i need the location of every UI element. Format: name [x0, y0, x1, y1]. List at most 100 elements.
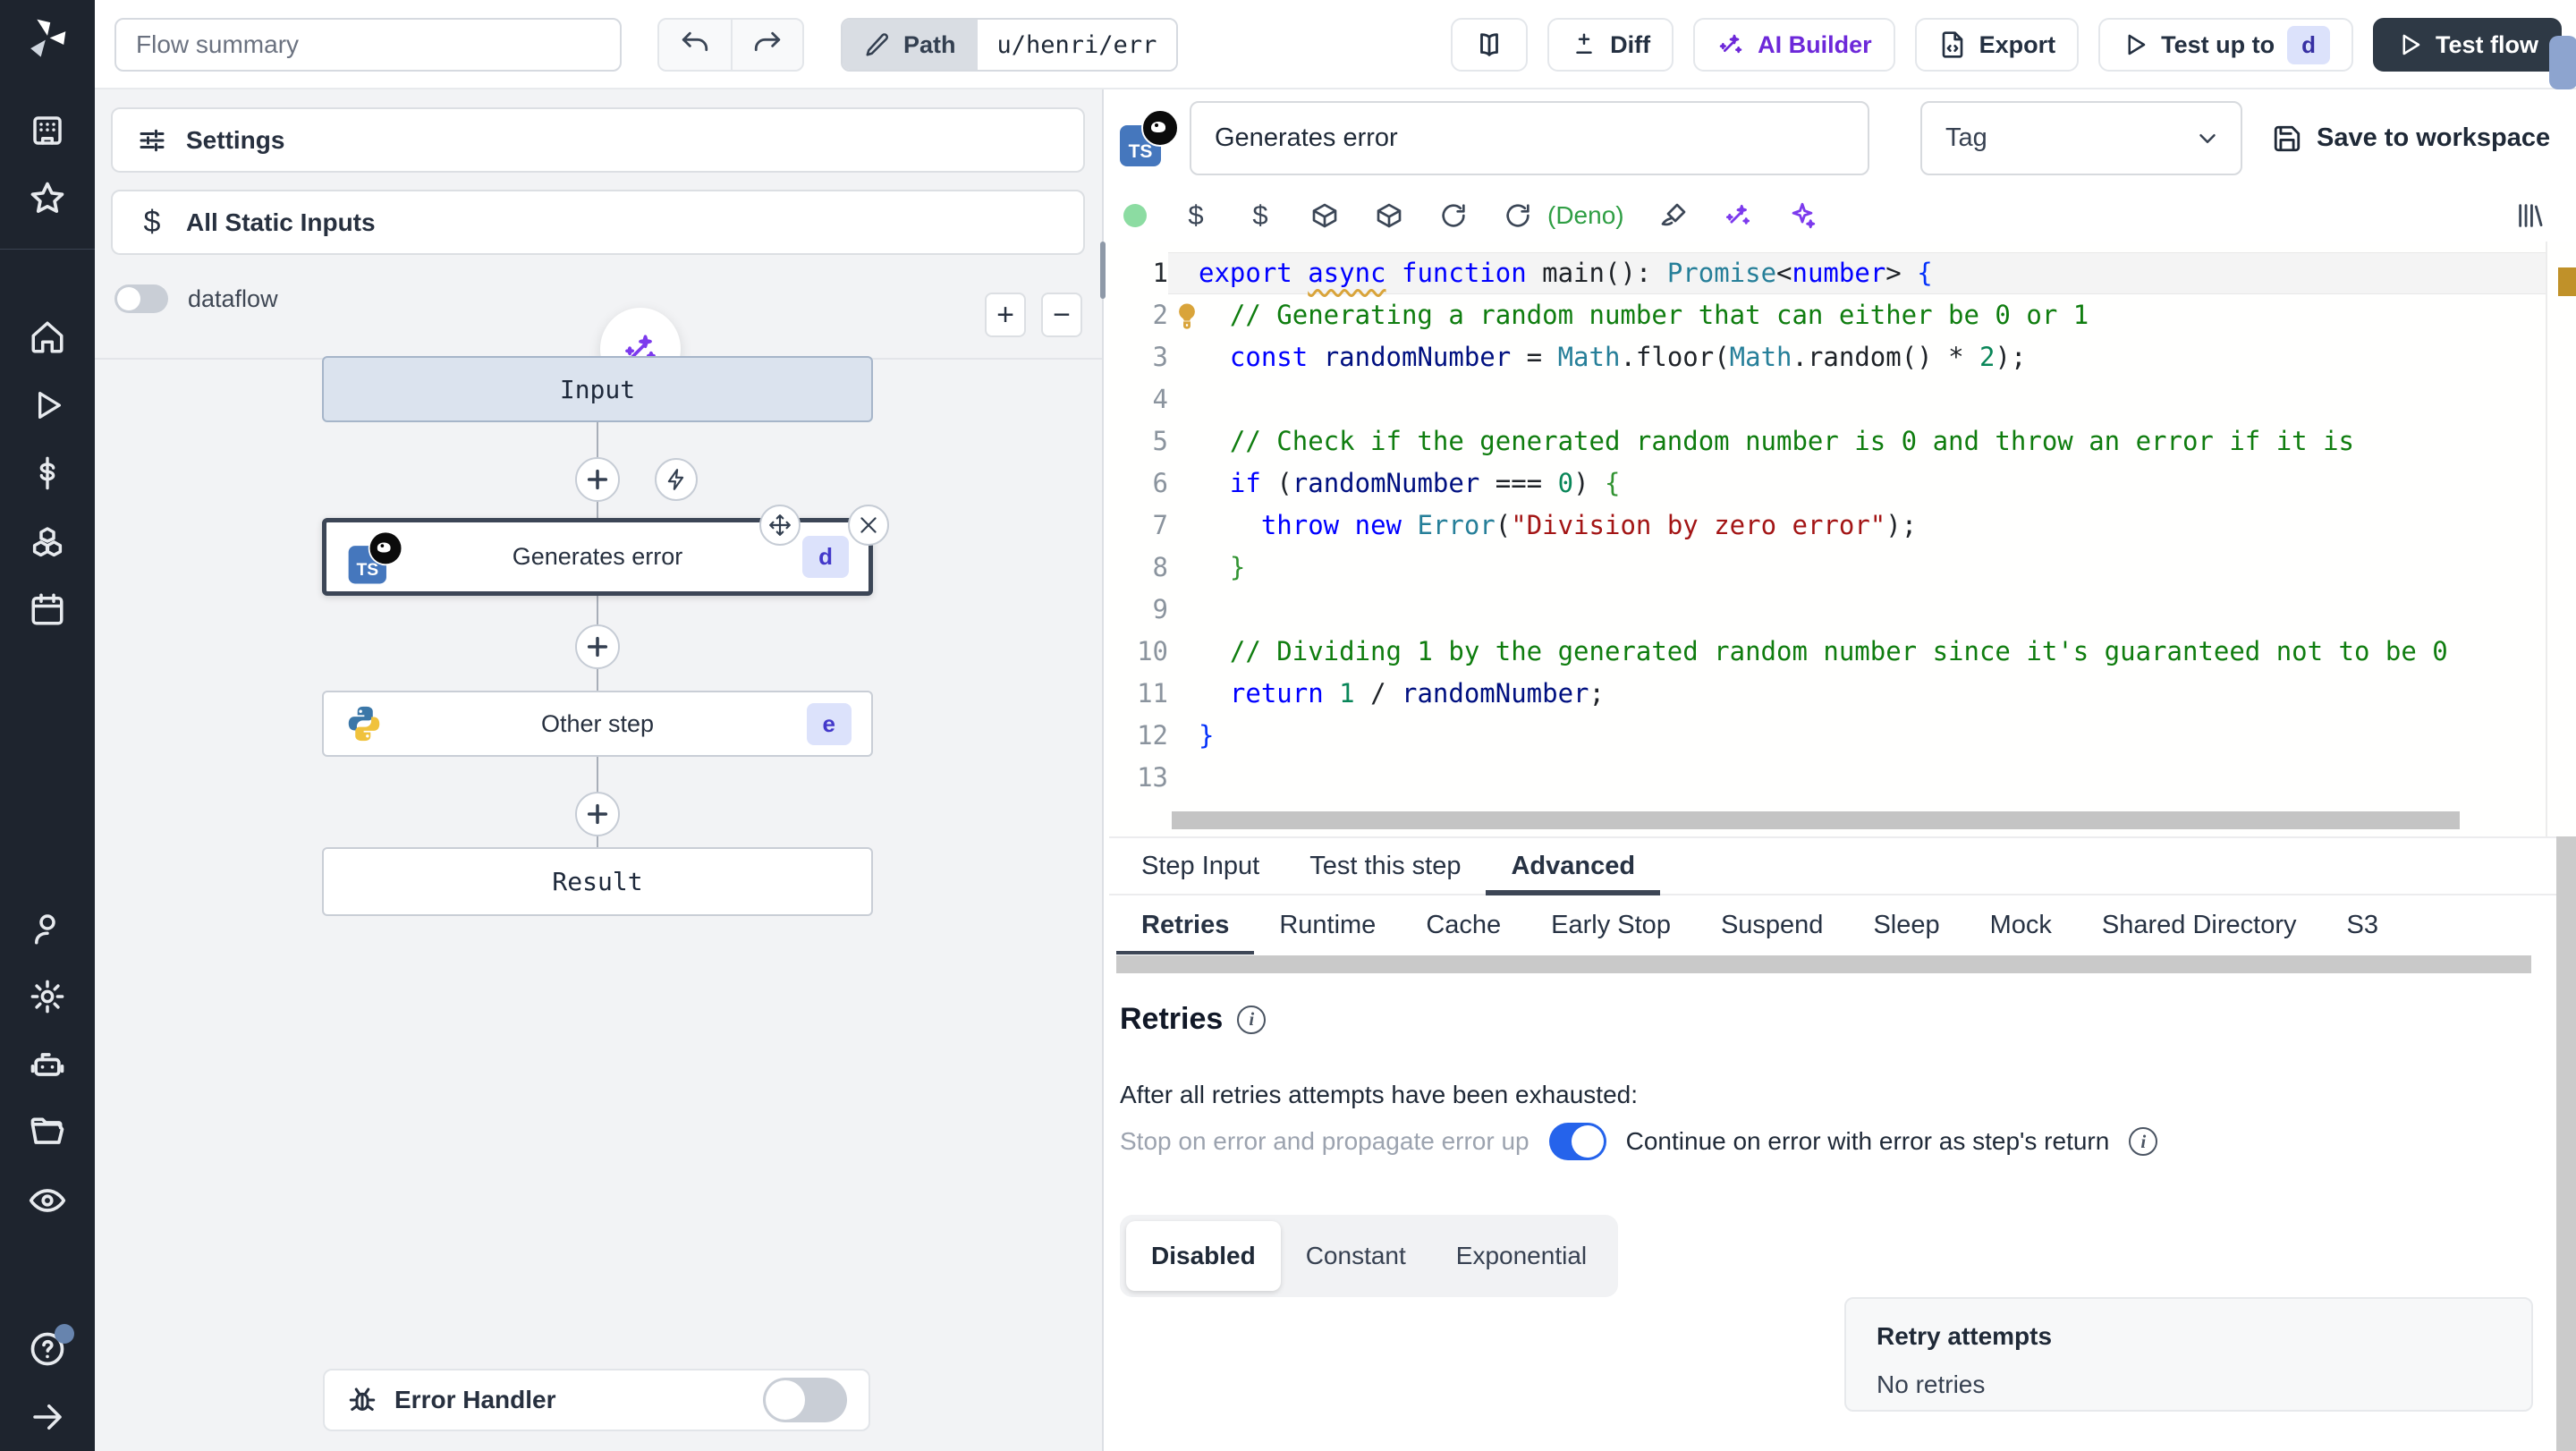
- ai-builder-button[interactable]: AI Builder: [1693, 18, 1895, 72]
- flow-input-node[interactable]: Input: [322, 356, 873, 422]
- step-node-title: Generates error: [512, 543, 683, 570]
- warning-marker: [2558, 267, 2576, 296]
- flow-summary-input[interactable]: [114, 18, 622, 72]
- lsp-status-dot: [1123, 204, 1147, 227]
- export-label: Export: [1979, 30, 2056, 58]
- settings-gear-icon[interactable]: [26, 975, 69, 1018]
- variables-icon[interactable]: [26, 452, 69, 495]
- subtab-shared-directory[interactable]: Shared Directory: [2077, 895, 2322, 955]
- user-icon[interactable]: [26, 907, 69, 950]
- test-up-to-button[interactable]: Test up to d: [2098, 18, 2353, 72]
- flow-settings-button[interactable]: Settings: [111, 107, 1085, 173]
- subtab-early-stop[interactable]: Early Stop: [1526, 895, 1696, 955]
- retry-mode-exponential[interactable]: Exponential: [1431, 1221, 1612, 1291]
- test-flow-button[interactable]: Test flow: [2372, 18, 2562, 72]
- retry-mode-constant[interactable]: Constant: [1281, 1221, 1431, 1291]
- insert-step-button[interactable]: [575, 792, 620, 836]
- resources-icon[interactable]: [26, 520, 69, 563]
- retry-mode-disabled[interactable]: Disabled: [1126, 1221, 1281, 1291]
- folders-icon[interactable]: [26, 1111, 69, 1154]
- docs-book-button[interactable]: [1451, 18, 1529, 72]
- dollar-icon: $: [143, 205, 161, 239]
- assets-dollar-icon[interactable]: $: [1181, 199, 1211, 231]
- step-id-badge: e: [806, 702, 852, 745]
- flow-graph-panel: Settings $ All Static Inputs dataflow + …: [95, 89, 1106, 1451]
- subtab-sleep[interactable]: Sleep: [1848, 895, 1964, 955]
- home-icon[interactable]: [26, 316, 69, 359]
- tab-test-this-step[interactable]: Test this step: [1284, 838, 1486, 894]
- variables-dollar-icon[interactable]: $: [1245, 199, 1275, 231]
- library-panel-icon[interactable]: [2515, 200, 2546, 231]
- info-icon[interactable]: i: [1237, 1005, 1267, 1034]
- help-icon[interactable]: [26, 1324, 74, 1370]
- dataflow-toggle[interactable]: [114, 284, 168, 313]
- workspace-icon[interactable]: [26, 109, 69, 152]
- favorites-star-icon[interactable]: [26, 177, 69, 220]
- zoom-out-button[interactable]: −: [1041, 293, 1082, 337]
- editor-overview-ruler: [2546, 242, 2547, 836]
- subtabs-scrollbar[interactable]: [1109, 955, 2576, 974]
- tag-select[interactable]: Tag: [1920, 101, 2242, 175]
- editor-gutter[interactable]: 1 2 3 4 5 6 7 8 9 10 11 12 13: [1109, 252, 1168, 799]
- subtab-suspend[interactable]: Suspend: [1696, 895, 1849, 955]
- export-button[interactable]: Export: [1914, 18, 2080, 72]
- ai-wand-icon[interactable]: [1723, 200, 1753, 231]
- tab-advanced[interactable]: Advanced: [1486, 838, 1660, 895]
- subtab-cache[interactable]: Cache: [1401, 895, 1526, 955]
- panel-resize-handle[interactable]: [1100, 242, 1106, 299]
- editor-code[interactable]: export async function main(): Promise<nu…: [1168, 252, 2546, 799]
- info-icon[interactable]: i: [2129, 1127, 2158, 1156]
- reload-icon[interactable]: [1438, 200, 1469, 231]
- retry-attempts-card: Retry attempts No retries: [1844, 1297, 2533, 1412]
- insert-step-button[interactable]: [575, 457, 620, 502]
- quickfix-lightbulb-icon[interactable]: [1172, 301, 1202, 331]
- error-handler-toggle[interactable]: [763, 1378, 847, 1422]
- expand-sidebar-arrow-icon[interactable]: [26, 1396, 69, 1438]
- step-title-input[interactable]: [1190, 101, 1869, 175]
- move-step-button[interactable]: [759, 505, 801, 546]
- diff-button[interactable]: Diff: [1547, 18, 1674, 72]
- path-value[interactable]: u/henri/err: [977, 20, 1177, 70]
- path-control: Path u/henri/err: [841, 18, 1179, 72]
- subtab-retries[interactable]: Retries: [1116, 895, 1255, 956]
- panel-vertical-scrollbar[interactable]: [2556, 836, 2576, 1451]
- package-icon[interactable]: [1374, 200, 1404, 231]
- step-editor-panel: TS Tag Save to workspace $ $: [1109, 89, 2576, 1451]
- save-to-workspace-button[interactable]: Save to workspace: [2272, 101, 2550, 175]
- edit-path-button[interactable]: Path: [843, 20, 978, 70]
- continue-on-error-toggle[interactable]: [1548, 1123, 1606, 1160]
- main-area: Path u/henri/err Diff AI Builder: [95, 0, 2576, 1451]
- editor-toolbar: $ $ (Deno): [1109, 190, 2576, 242]
- delete-step-button[interactable]: [848, 505, 889, 546]
- package-icon[interactable]: [1309, 200, 1340, 231]
- runs-icon[interactable]: [26, 384, 69, 427]
- sidebar-divider: [0, 249, 95, 250]
- editor-horizontal-scrollbar[interactable]: [1172, 811, 2513, 829]
- undo-button[interactable]: [659, 20, 731, 70]
- redo-button[interactable]: [731, 20, 802, 70]
- sparkles-icon[interactable]: [1787, 200, 1818, 231]
- error-handler-label: Error Handler: [394, 1386, 556, 1413]
- wand-icon: [1716, 30, 1745, 59]
- sliders-icon: [136, 124, 168, 157]
- tab-step-input[interactable]: Step Input: [1116, 838, 1284, 894]
- subtab-s3[interactable]: S3: [2322, 895, 2403, 955]
- workers-robot-icon[interactable]: [26, 1043, 69, 1086]
- format-brush-icon[interactable]: [1658, 200, 1689, 231]
- subtab-mock[interactable]: Mock: [1965, 895, 2077, 955]
- trigger-bolt-button[interactable]: [655, 458, 698, 501]
- runtime-label[interactable]: (Deno): [1547, 201, 1624, 230]
- insert-step-button[interactable]: [575, 624, 620, 669]
- step-node-other-step[interactable]: Other step e: [322, 691, 873, 757]
- app-sidebar: [0, 0, 95, 1451]
- windmill-logo-icon[interactable]: [24, 14, 71, 61]
- schedules-icon[interactable]: [26, 588, 69, 631]
- flow-result-node[interactable]: Result: [322, 847, 873, 916]
- ai-builder-label: AI Builder: [1758, 30, 1872, 58]
- runtime-reload-icon[interactable]: [1503, 200, 1533, 231]
- all-static-inputs-button[interactable]: $ All Static Inputs: [111, 190, 1085, 255]
- code-editor[interactable]: 1 2 3 4 5 6 7 8 9 10 11 12 13 export async function …: [1109, 242, 2576, 836]
- audit-eye-icon[interactable]: [26, 1179, 69, 1222]
- zoom-in-button[interactable]: +: [985, 293, 1026, 337]
- subtab-runtime[interactable]: Runtime: [1254, 895, 1401, 955]
